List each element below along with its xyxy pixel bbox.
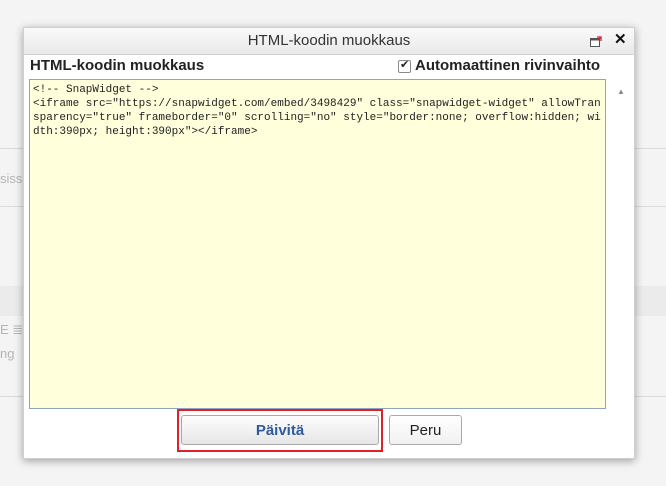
scroll-up-icon[interactable]: ▲ [617,87,625,96]
html-code-editor[interactable]: <!-- SnapWidget --> <iframe src="https:/… [29,79,606,409]
editor-heading: HTML-koodin muokkaus [30,57,205,74]
background-text-fragment: ng [0,346,15,361]
background-text-fragment: E ≣ [0,322,24,337]
maximize-icon[interactable] [590,35,602,47]
html-edit-dialog: HTML-koodin muokkaus ✕ HTML-koodin muokk… [23,27,635,459]
dialog-titlebar[interactable]: HTML-koodin muokkaus ✕ [24,28,634,55]
background-text-fragment: siss [0,171,23,186]
dialog-title: HTML-koodin muokkaus [247,32,411,49]
auto-wrap-label[interactable]: Automaattinen rivinvaihto [415,57,600,74]
dialog-scrollbar[interactable]: ▲ ▼ [617,87,627,458]
auto-wrap-checkbox[interactable]: ✔ [398,59,411,73]
update-button[interactable]: Päivitä [181,415,379,445]
checkbox-check-icon: ✔ [400,59,410,71]
cancel-button[interactable]: Peru [389,415,462,445]
close-icon[interactable]: ✕ [614,31,627,49]
dialog-content: HTML-koodin muokkaus ✔ Automaattinen riv… [24,55,634,458]
